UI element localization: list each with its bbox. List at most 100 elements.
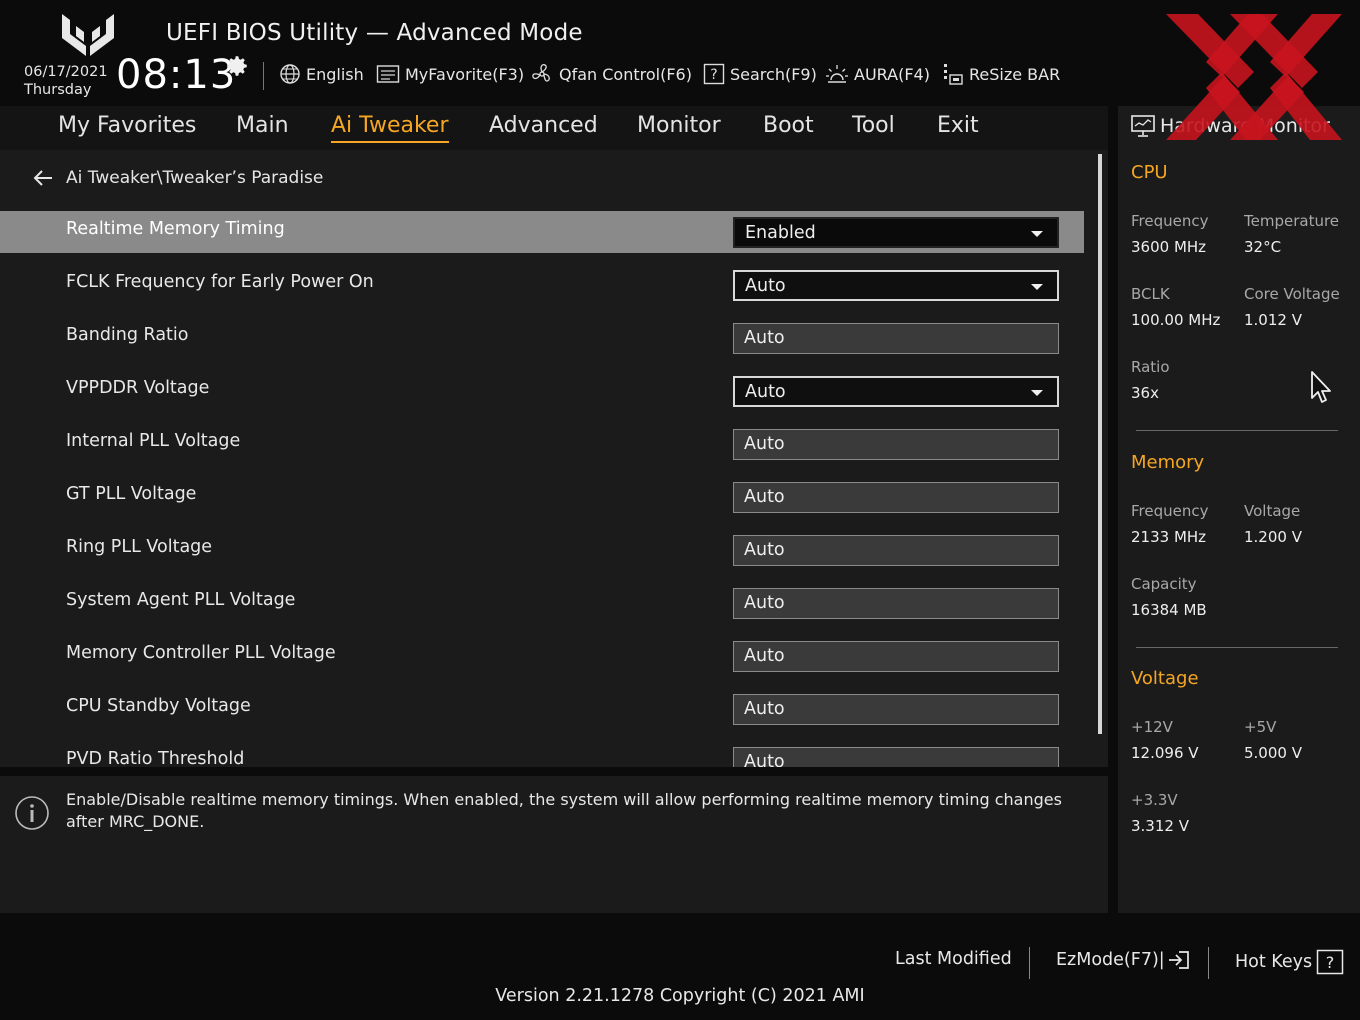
aura-light-icon [826,65,848,83]
setting-row-pvd-ratio-threshold[interactable]: PVD Ratio Threshold Auto [0,741,1084,767]
footer-bar: Last Modified EzMode(F7)| Hot Keys ? Ver… [0,913,1360,1020]
hardware-monitor-panel: Hardware Monitor CPU Frequency Temperatu… [1118,106,1360,913]
tab-main[interactable]: Main [236,113,289,138]
qfan-label: Qfan Control(F6) [559,64,692,84]
setting-label: System Agent PLL Voltage [66,590,296,610]
chevron-down-icon [1031,284,1043,290]
search-button[interactable]: ? Search(F9) [703,62,817,86]
v12-value: 12.096 V [1131,744,1199,762]
ezmode-label: EzMode(F7)| [1056,950,1165,970]
ratio-label: Ratio [1131,358,1170,376]
setting-label: Banding Ratio [66,325,189,345]
breadcrumb[interactable]: Ai Tweaker\Tweaker’s Paradise [32,168,323,188]
memory-capacity-label: Capacity [1131,575,1197,593]
ring-pll-voltage-input[interactable]: Auto [733,535,1059,566]
tab-ai-tweaker[interactable]: Ai Tweaker [331,113,449,143]
settings-scrollbar[interactable] [1098,154,1102,734]
tab-monitor[interactable]: Monitor [637,113,721,138]
setting-label: Memory Controller PLL Voltage [66,643,336,663]
internal-pll-voltage-input[interactable]: Auto [733,429,1059,460]
cpu-frequency-label: Frequency [1131,212,1209,230]
bclk-label: BCLK [1131,285,1170,303]
memory-frequency-value: 2133 MHz [1131,528,1207,546]
settings-panel: Ai Tweaker\Tweaker’s Paradise Realtime M… [0,150,1108,767]
setting-row-vppddr-voltage[interactable]: VPPDDR Voltage Auto [0,370,1084,423]
voltage-section-heading: Voltage [1131,668,1199,689]
header-divider [263,62,264,90]
setting-row-memory-controller-pll-voltage[interactable]: Memory Controller PLL Voltage Auto [0,635,1084,688]
language-button[interactable]: English [279,62,364,86]
dropdown-value: Auto [745,276,786,296]
vppddr-voltage-dropdown[interactable]: Auto [733,376,1059,407]
core-voltage-value: 1.012 V [1244,311,1302,329]
memory-controller-pll-voltage-input[interactable]: Auto [733,641,1059,672]
gt-pll-voltage-input[interactable]: Auto [733,482,1059,513]
app-title: UEFI BIOS Utility — Advanced Mode [166,20,583,46]
tab-advanced[interactable]: Advanced [489,113,598,138]
v33-value: 3.312 V [1131,817,1189,835]
chevron-down-icon [1031,390,1043,396]
chevron-down-icon [1031,231,1043,237]
question-box-icon: ? [703,63,725,85]
memory-voltage-label: Voltage [1244,502,1301,520]
hot-keys-label: Hot Keys [1235,952,1313,972]
setting-row-ring-pll-voltage[interactable]: Ring PLL Voltage Auto [0,529,1084,582]
search-label: Search(F9) [730,64,817,84]
tab-my-favorites[interactable]: My Favorites [58,113,196,138]
setting-row-realtime-memory-timing[interactable]: Realtime Memory Timing Enabled [0,211,1084,264]
tab-tool[interactable]: Tool [852,113,895,138]
hot-keys-button[interactable]: Hot Keys ? [1235,949,1344,975]
info-icon [15,796,49,830]
banding-ratio-input[interactable]: Auto [733,323,1059,354]
section-divider [1136,647,1338,648]
setting-label: VPPDDR Voltage [66,378,210,398]
qfan-control-button[interactable]: Qfan Control(F6) [530,62,692,86]
setting-row-fclk-frequency[interactable]: FCLK Frequency for Early Power On Auto [0,264,1084,317]
resize-bar-button[interactable]: ReSize BAR [940,62,1060,86]
cpu-frequency-value: 3600 MHz [1131,238,1207,256]
dropdown-value: Enabled [745,223,816,243]
setting-label: CPU Standby Voltage [66,696,251,716]
fclk-frequency-dropdown[interactable]: Auto [733,270,1059,301]
footer-divider [1208,947,1209,979]
svg-text:?: ? [710,67,717,83]
last-modified-button[interactable]: Last Modified [895,949,1012,969]
aura-button[interactable]: AURA(F4) [825,62,930,86]
memory-section-heading: Memory [1131,452,1205,473]
memory-voltage-value: 1.200 V [1244,528,1302,546]
watermark-logo [1166,14,1342,140]
core-voltage-label: Core Voltage [1244,285,1340,303]
setting-label: FCLK Frequency for Early Power On [66,272,374,292]
realtime-memory-timing-dropdown[interactable]: Enabled [733,217,1059,248]
favorite-list-icon [376,65,400,83]
setting-row-system-agent-pll-voltage[interactable]: System Agent PLL Voltage Auto [0,582,1084,635]
help-description: Enable/Disable realtime memory timings. … [66,790,1062,831]
myfavorite-button[interactable]: MyFavorite(F3) [376,62,524,86]
tab-exit[interactable]: Exit [937,113,979,138]
language-label: English [306,64,364,84]
tab-boot[interactable]: Boot [763,113,814,138]
setting-row-cpu-standby-voltage[interactable]: CPU Standby Voltage Auto [0,688,1084,741]
system-agent-pll-voltage-input[interactable]: Auto [733,588,1059,619]
dropdown-value: Auto [745,382,786,402]
back-arrow-icon[interactable] [32,169,54,187]
ezmode-button[interactable]: EzMode(F7)| [1056,949,1191,971]
aura-label: AURA(F4) [854,64,930,84]
setting-label: PVD Ratio Threshold [66,749,245,767]
pvd-ratio-threshold-input[interactable]: Auto [733,747,1059,767]
version-text: Version 2.21.1278 Copyright (C) 2021 AMI [495,986,865,1006]
setting-row-gt-pll-voltage[interactable]: GT PLL Voltage Auto [0,476,1084,529]
memory-frequency-label: Frequency [1131,502,1209,520]
clock-display: 08:13 [116,52,237,98]
tuf-logo [62,14,114,56]
setting-row-banding-ratio[interactable]: Banding Ratio Auto [0,317,1084,370]
setting-row-internal-pll-voltage[interactable]: Internal PLL Voltage Auto [0,423,1084,476]
resize-bar-label: ReSize BAR [969,64,1061,84]
gear-icon[interactable] [224,53,250,79]
cpu-section-heading: CPU [1131,162,1168,183]
help-panel: Enable/Disable realtime memory timings. … [0,776,1108,913]
cpu-standby-voltage-input[interactable]: Auto [733,694,1059,725]
v33-label: +3.3V [1131,791,1178,809]
v5-label: +5V [1244,718,1277,736]
cpu-temperature-label: Temperature [1244,212,1340,230]
